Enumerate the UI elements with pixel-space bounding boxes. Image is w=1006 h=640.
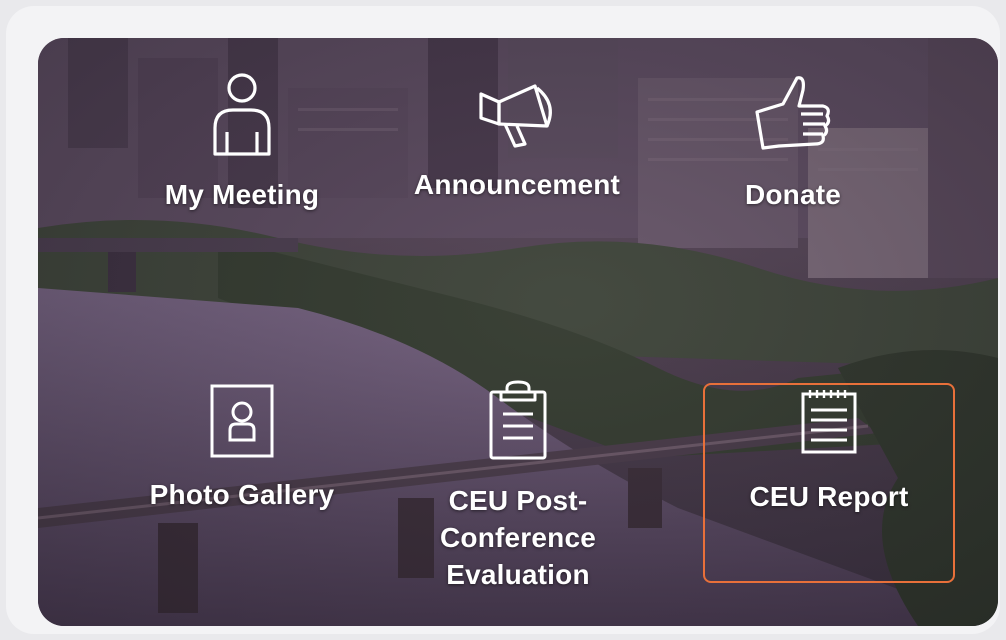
clipboard-icon bbox=[489, 380, 547, 460]
tile-donate[interactable]: Donate bbox=[698, 74, 888, 213]
tile-ceu-evaluation[interactable]: CEU Post- Conference Evaluation bbox=[418, 380, 618, 593]
thumbs-up-icon bbox=[755, 76, 831, 150]
tile-label-ceu-report: CEU Report bbox=[749, 481, 909, 512]
tile-label-donate: Donate bbox=[744, 179, 842, 210]
tile-label-photo-gallery: Photo Gallery bbox=[149, 479, 335, 510]
notepad-icon bbox=[801, 390, 857, 454]
tile-label-ceu-evaluation: CEU Post- Conference Evaluation bbox=[439, 485, 597, 590]
app-frame: My Meeting Announcement Donate Photo Gal… bbox=[6, 6, 1000, 634]
tile-announcement[interactable]: Announcement bbox=[410, 80, 624, 203]
portrait-photo-icon bbox=[210, 384, 274, 458]
tile-ceu-report[interactable]: CEU Report bbox=[706, 388, 952, 515]
person-icon bbox=[213, 73, 271, 156]
tile-label-my-meeting: My Meeting bbox=[164, 179, 320, 210]
tile-photo-gallery[interactable]: Photo Gallery bbox=[138, 384, 346, 513]
megaphone-icon bbox=[479, 84, 552, 148]
tile-my-meeting[interactable]: My Meeting bbox=[138, 72, 346, 213]
tile-label-announcement: Announcement bbox=[413, 169, 621, 200]
menu-panel: My Meeting Announcement Donate Photo Gal… bbox=[38, 38, 998, 626]
